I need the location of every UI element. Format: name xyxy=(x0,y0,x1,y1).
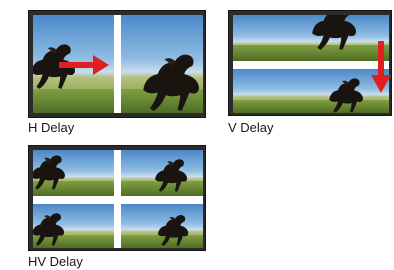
hv-delay-label: HV Delay xyxy=(28,254,83,269)
v-delay-separator xyxy=(233,61,389,69)
v-delay-preview xyxy=(228,10,392,116)
horse-icon xyxy=(135,49,203,113)
h-delay-label: H Delay xyxy=(28,120,75,135)
hv-delay-top-left-image xyxy=(33,150,114,196)
hv-delay-horizontal-separator xyxy=(33,196,203,204)
hv-delay-bottom-right-image xyxy=(121,204,203,248)
down-arrow-icon xyxy=(371,41,391,93)
v-delay-top-image xyxy=(233,15,389,61)
h-delay-right-image xyxy=(121,15,203,113)
hv-delay-bottom-left-image xyxy=(33,204,114,248)
horse-icon xyxy=(145,156,197,194)
v-delay-label: V Delay xyxy=(228,120,274,135)
h-delay-preview xyxy=(28,10,206,118)
h-delay-separator xyxy=(114,15,121,113)
right-arrow-icon xyxy=(59,55,109,75)
horse-icon xyxy=(33,152,71,192)
hv-delay-top-right-image xyxy=(121,150,203,196)
horse-icon xyxy=(323,75,369,113)
hv-delay-preview xyxy=(28,145,206,251)
horse-icon xyxy=(305,15,363,53)
horse-icon xyxy=(33,210,69,248)
horse-icon xyxy=(147,212,199,248)
v-delay-bottom-image xyxy=(233,69,389,113)
